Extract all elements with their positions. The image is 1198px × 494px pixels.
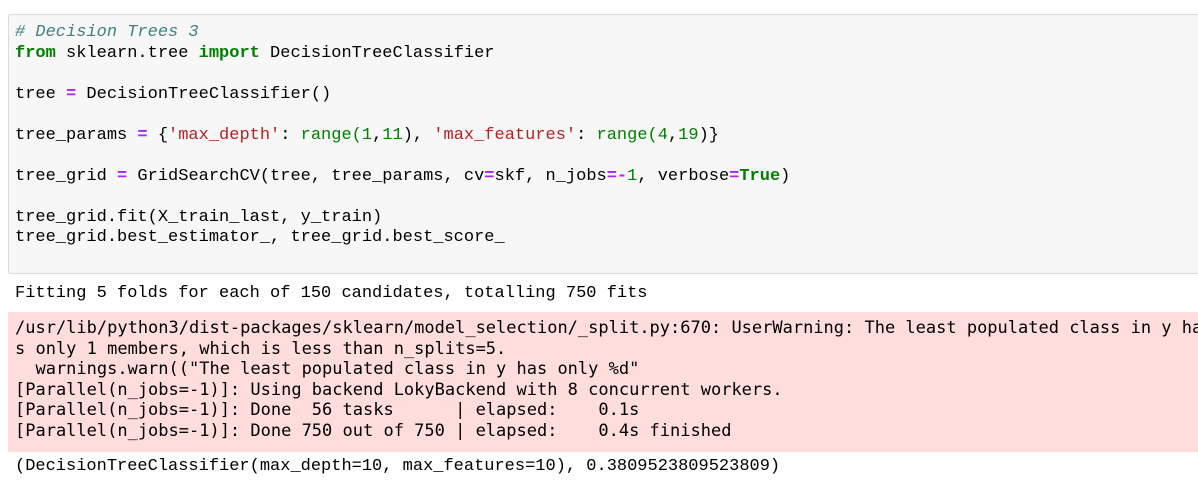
code-text: tree_grid.fit(X_train_last, y_train) xyxy=(15,207,383,227)
code-text: skf, n_jobs xyxy=(494,166,607,186)
keyword-from: from xyxy=(15,43,56,63)
number-literal: 19 xyxy=(678,125,699,145)
code-text: )} xyxy=(698,125,719,145)
stderr-line: warnings.warn(("The least populated clas… xyxy=(15,359,640,379)
stderr-output: /usr/lib/python3/dist-packages/sklearn/m… xyxy=(8,312,1198,452)
keyword-import: import xyxy=(198,43,260,63)
stderr-line: [Parallel(n_jobs=-1)]: Done 56 tasks | e… xyxy=(15,400,640,420)
code-line-4: tree_params = {'max_depth': range(1,11),… xyxy=(15,126,790,147)
number-literal: 1 xyxy=(361,125,373,145)
code-text: tree_grid xyxy=(15,166,118,186)
code-text: : xyxy=(576,125,597,145)
code-text: : xyxy=(280,125,301,145)
operator: = xyxy=(729,166,740,186)
code-text: GridSearchCV(tree, tree_params, cv xyxy=(127,166,485,186)
code-line-7: tree_grid.best_estimator_, tree_grid.bes… xyxy=(15,228,790,249)
code-text: tree xyxy=(15,84,67,104)
execute-result-output: (DecisionTreeClassifier(max_depth=10, ma… xyxy=(15,457,781,476)
stderr-line: /usr/lib/python3/dist-packages/sklearn/m… xyxy=(15,318,1198,338)
code-text: , xyxy=(667,125,679,145)
stderr-line: s only 1 members, which is less than n_s… xyxy=(15,338,507,359)
code-line-1: # Decision Trees 3 xyxy=(15,23,790,44)
code-editor[interactable]: # Decision Trees 3 from sklearn.tree impo… xyxy=(15,23,790,249)
operator: = xyxy=(484,166,495,186)
number-literal: 11 xyxy=(382,125,403,145)
operator: = xyxy=(137,125,148,145)
code-line-5: tree_grid = GridSearchCV(tree, tree_para… xyxy=(15,167,790,188)
stdout-output: Fitting 5 folds for each of 150 candidat… xyxy=(15,284,648,303)
module-name: sklearn.tree xyxy=(55,43,199,63)
builtin-name: range( xyxy=(300,125,362,145)
stderr-line: [Parallel(n_jobs=-1)]: Done 750 out of 7… xyxy=(15,420,732,441)
code-line-6: tree_grid.fit(X_train_last, y_train) xyxy=(15,208,790,229)
number-literal: 1 xyxy=(627,166,638,186)
code-comment: # Decision Trees 3 xyxy=(15,23,199,42)
number-literal: 4 xyxy=(657,125,668,145)
code-text: tree_grid.best_estimator_, tree_grid.bes… xyxy=(15,228,505,247)
string-literal: 'max_depth' xyxy=(168,125,281,145)
stderr-line: [Parallel(n_jobs=-1)]: Using backend Lok… xyxy=(15,379,783,400)
builtin-name: range( xyxy=(596,125,658,145)
code-input-cell[interactable]: # Decision Trees 3 from sklearn.tree impo… xyxy=(8,14,1198,274)
operator: = xyxy=(117,166,128,186)
keyword-true: True xyxy=(739,166,781,186)
import-name: DecisionTreeClassifier xyxy=(259,43,495,63)
operator: =- xyxy=(606,166,628,186)
operator: = xyxy=(66,84,77,104)
code-text: DecisionTreeClassifier() xyxy=(76,84,332,104)
code-line-2: from sklearn.tree import DecisionTreeCla… xyxy=(15,44,790,65)
string-literal: 'max_features' xyxy=(433,125,577,145)
code-line-3: tree = DecisionTreeClassifier() xyxy=(15,85,790,106)
code-text: ) xyxy=(780,166,791,186)
code-text: ), xyxy=(402,125,434,145)
code-text: , verbose xyxy=(637,166,730,186)
code-text: , xyxy=(372,125,383,145)
code-text: tree_params xyxy=(15,125,138,145)
code-text: { xyxy=(147,125,169,145)
